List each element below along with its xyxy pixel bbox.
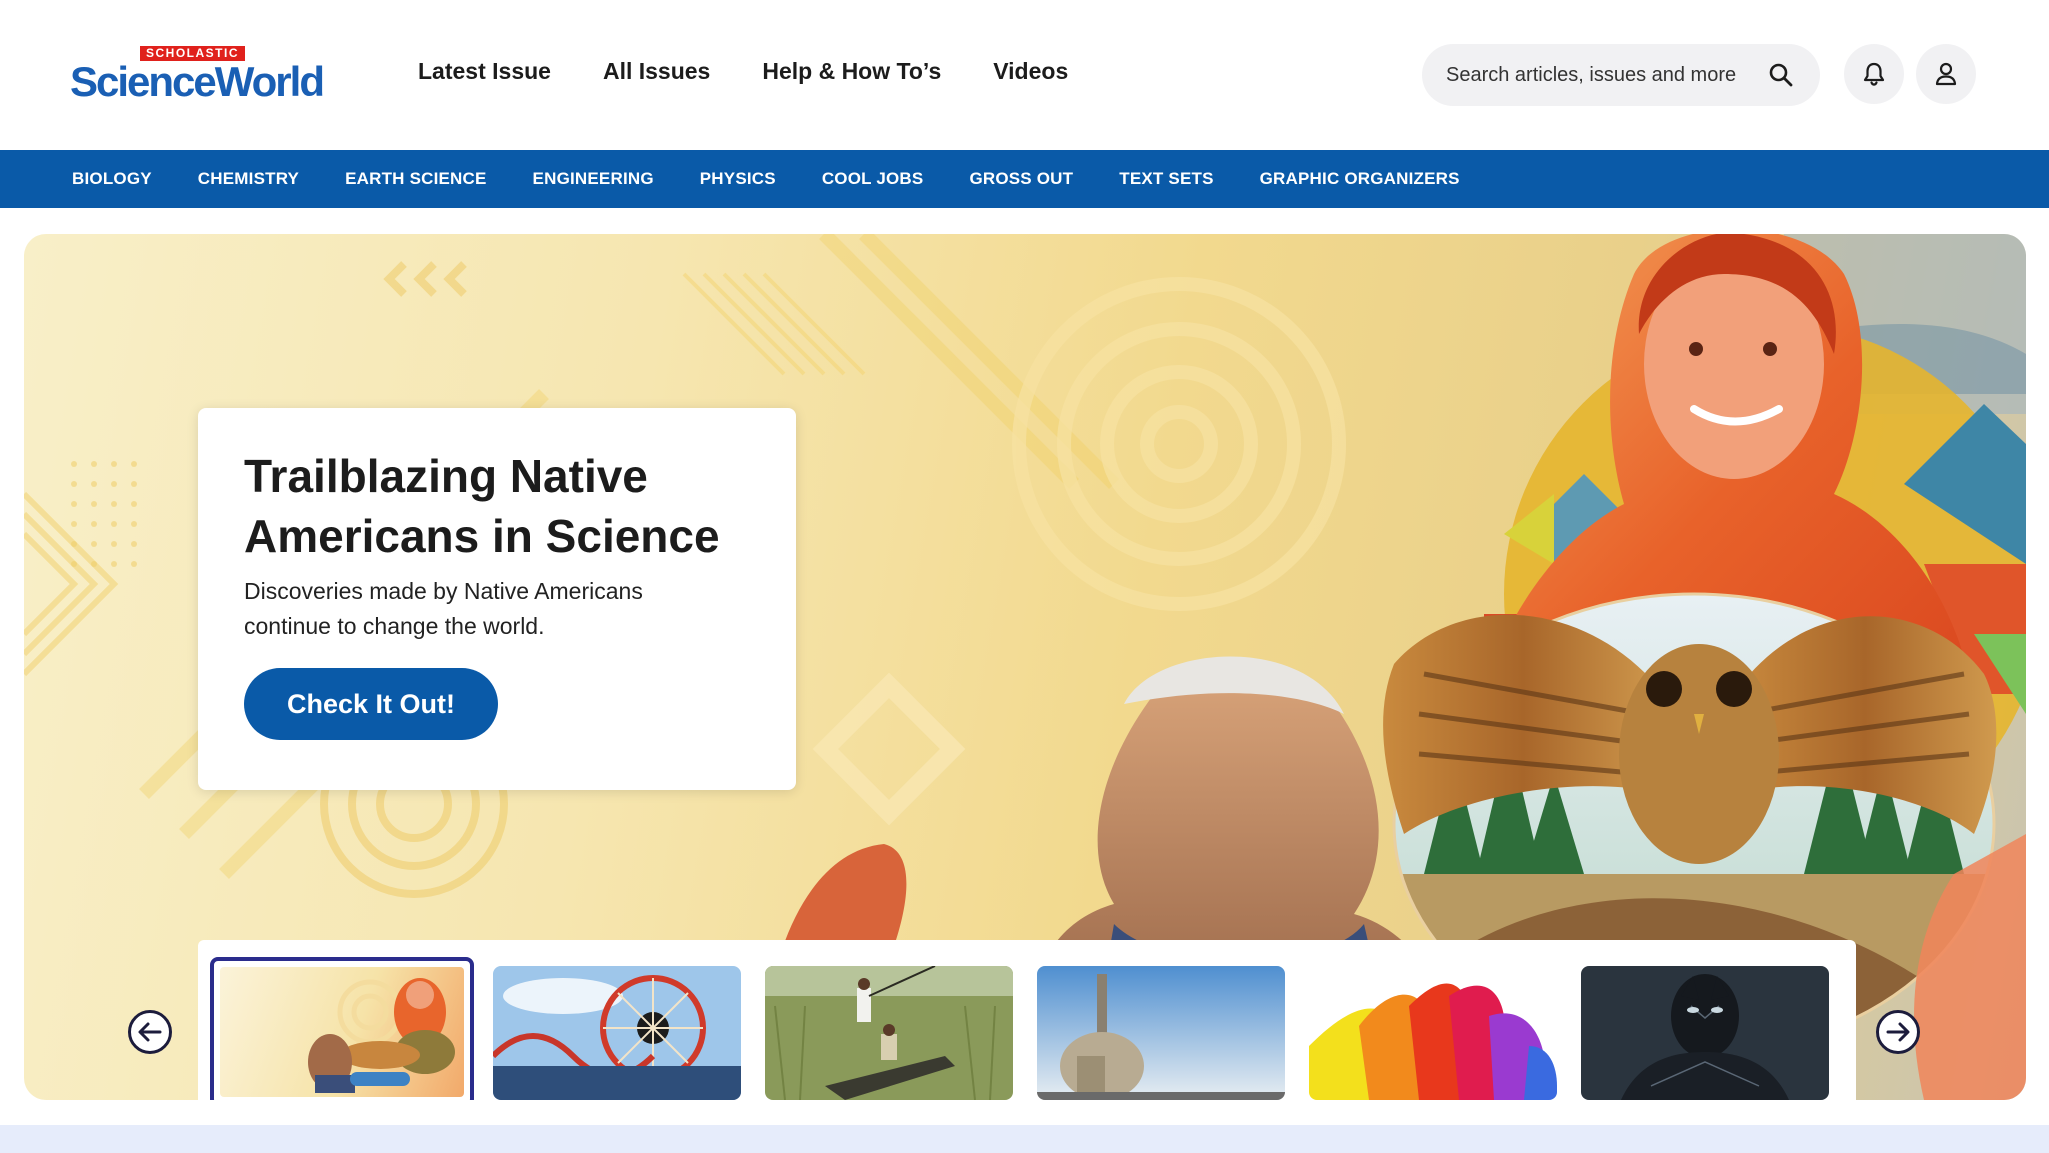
- search-input[interactable]: Search articles, issues and more: [1422, 44, 1820, 106]
- category-biology[interactable]: BIOLOGY: [72, 169, 152, 189]
- thumb-image: [308, 978, 455, 1093]
- arrow-right-icon: [1886, 1022, 1910, 1042]
- nav-all-issues[interactable]: All Issues: [603, 58, 710, 85]
- nav-latest-issue[interactable]: Latest Issue: [418, 58, 551, 85]
- category-earth-science[interactable]: EARTH SCIENCE: [345, 169, 486, 189]
- page-bottom-band: [0, 1125, 2049, 1153]
- thumb-image: [1309, 966, 1557, 1100]
- carousel-thumb-native-americans[interactable]: [210, 957, 474, 1100]
- account-button[interactable]: [1916, 44, 1976, 104]
- carousel-thumb-amusement-park[interactable]: [493, 966, 741, 1100]
- nav-help-how-tos[interactable]: Help & How To’s: [762, 58, 941, 85]
- hero-description: Discoveries made by Native Americans con…: [244, 578, 643, 639]
- nav-videos[interactable]: Videos: [993, 58, 1068, 85]
- category-gross-out[interactable]: GROSS OUT: [969, 169, 1073, 189]
- category-physics[interactable]: PHYSICS: [700, 169, 776, 189]
- search-icon[interactable]: [1768, 62, 1794, 88]
- carousel-prev-button[interactable]: [128, 1010, 172, 1054]
- carousel-thumb-colorful-shoes[interactable]: [1309, 966, 1557, 1100]
- hero-banner: Trailblazing Native Americans in Science…: [24, 234, 2026, 1100]
- category-cool-jobs[interactable]: COOL JOBS: [822, 169, 924, 189]
- bell-icon: [1863, 62, 1885, 86]
- carousel-thumb-telescope[interactable]: [1037, 966, 1285, 1100]
- carousel-thumb-black-panther[interactable]: [1581, 966, 1829, 1100]
- category-text-sets[interactable]: TEXT SETS: [1119, 169, 1213, 189]
- category-nav: BIOLOGY CHEMISTRY EARTH SCIENCE ENGINEER…: [0, 150, 2049, 208]
- main-nav: Latest Issue All Issues Help & How To’s …: [418, 58, 1068, 85]
- carousel-thumb-marsh-boat[interactable]: [765, 966, 1013, 1100]
- notifications-button[interactable]: [1844, 44, 1904, 104]
- thumb-image: [493, 966, 741, 1100]
- user-icon: [1935, 62, 1957, 86]
- scienceworld-brand-label: ScienceWorld: [70, 58, 325, 105]
- thumb-image: [765, 966, 1013, 1100]
- category-graphic-organizers[interactable]: GRAPHIC ORGANIZERS: [1260, 169, 1460, 189]
- hero-title: Trailblazing Native Americans in Science: [244, 450, 720, 562]
- arrow-left-icon: [138, 1022, 162, 1042]
- thumb-image: [1037, 966, 1285, 1100]
- scienceworld-logo[interactable]: SCHOLASTIC ScienceWorld: [70, 46, 330, 106]
- search-placeholder: Search articles, issues and more: [1446, 64, 1737, 86]
- site-header: SCHOLASTIC ScienceWorld Latest Issue All…: [0, 0, 2049, 150]
- category-engineering[interactable]: ENGINEERING: [533, 169, 654, 189]
- check-it-out-button[interactable]: Check It Out!: [244, 668, 498, 740]
- thumb-image: [1581, 966, 1829, 1100]
- carousel-next-button[interactable]: [1876, 1010, 1920, 1054]
- category-chemistry[interactable]: CHEMISTRY: [198, 169, 299, 189]
- hero-card: Trailblazing Native Americans in Science…: [198, 408, 796, 790]
